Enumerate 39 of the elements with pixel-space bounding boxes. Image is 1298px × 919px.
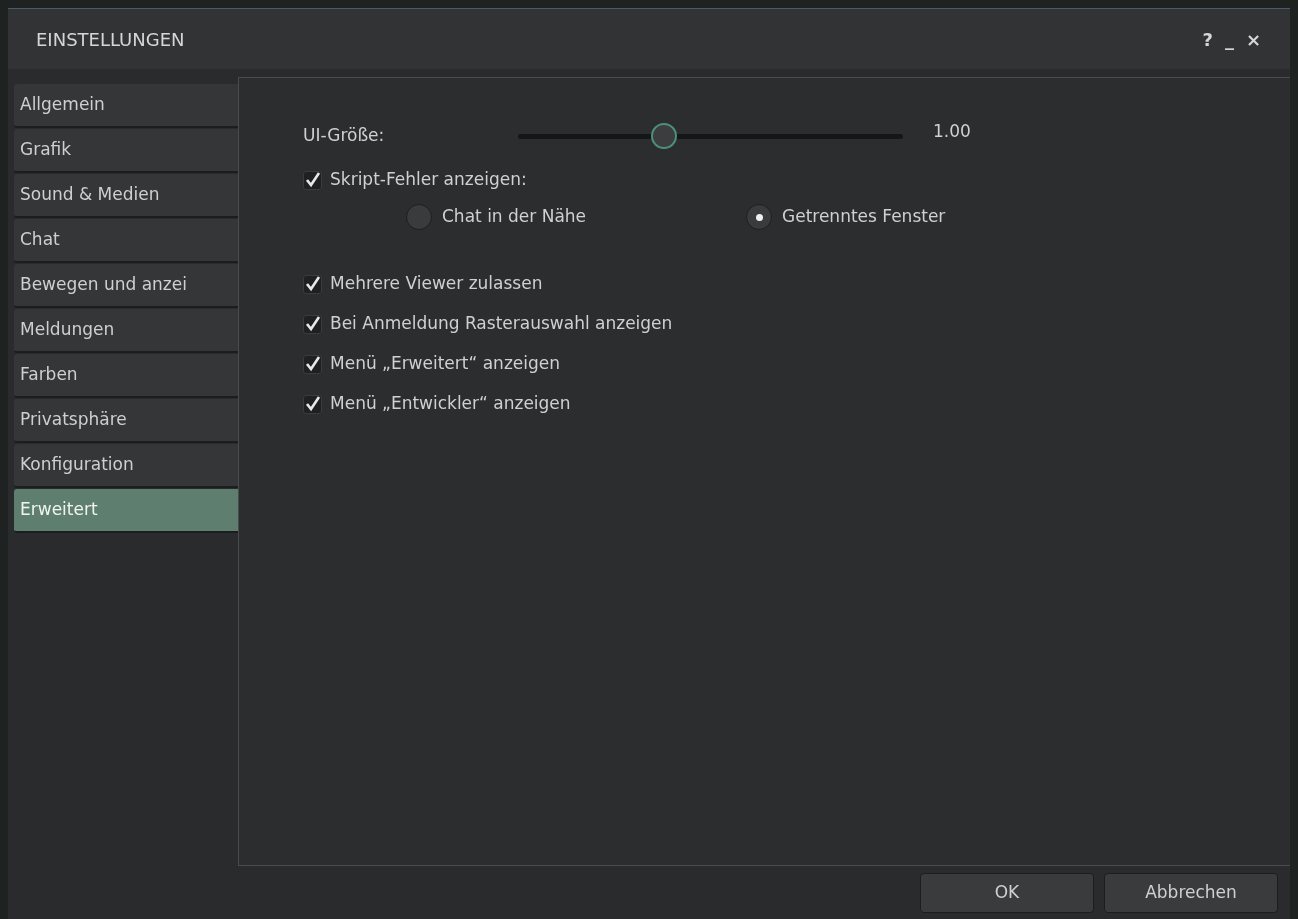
slider-thumb[interactable] bbox=[651, 123, 678, 149]
checkbox-label: Menü „Erweitert“ anzeigen bbox=[330, 352, 560, 376]
window-title: EINSTELLUNGEN bbox=[36, 27, 185, 52]
dialog-button[interactable]: OK bbox=[920, 872, 1094, 913]
checkbox-label: Mehrere Viewer zulassen bbox=[330, 272, 543, 296]
checkmark-icon bbox=[304, 356, 321, 372]
radio-label: Chat in der Nähe bbox=[442, 205, 587, 229]
sidebar-tab[interactable]: Meldungen bbox=[14, 309, 238, 353]
checkbox[interactable] bbox=[303, 274, 322, 294]
checkbox[interactable] bbox=[303, 354, 322, 374]
checkbox[interactable] bbox=[303, 314, 322, 334]
checkbox[interactable] bbox=[303, 170, 322, 190]
checkmark-icon bbox=[304, 396, 321, 412]
sidebar-tab[interactable]: Allgemein bbox=[14, 84, 238, 128]
checkmark-icon bbox=[304, 316, 321, 332]
dialog-button[interactable]: Abbrechen bbox=[1104, 872, 1278, 913]
sidebar-tab[interactable]: Konfiguration bbox=[14, 444, 238, 488]
sidebar-tab[interactable]: Sound & Medien bbox=[14, 174, 238, 218]
sidebar-tab[interactable]: Bewegen und anzei bbox=[14, 264, 238, 308]
title-bar-control[interactable]: × bbox=[1244, 25, 1262, 53]
sidebar-tab[interactable]: Grafik bbox=[14, 129, 238, 173]
ui-size-value: 1.00 bbox=[933, 120, 971, 144]
sidebar-tab[interactable]: Privatsphäre bbox=[14, 399, 238, 443]
checkbox-label: Bei Anmeldung Rasterauswahl anzeigen bbox=[330, 312, 673, 336]
radio-button[interactable] bbox=[746, 204, 772, 230]
ui-size-label: UI-Größe: bbox=[303, 124, 386, 148]
radio-button[interactable] bbox=[406, 204, 432, 230]
radio-label: Getrenntes Fenster bbox=[782, 205, 946, 229]
checkbox-label: Skript-Fehler anzeigen: bbox=[330, 168, 527, 192]
checkbox[interactable] bbox=[303, 394, 322, 414]
checkmark-icon bbox=[304, 172, 321, 188]
checkbox-label: Menü „Entwickler“ anzeigen bbox=[330, 392, 571, 416]
ui-size-slider[interactable] bbox=[518, 123, 903, 149]
sidebar-tab[interactable]: Farben bbox=[14, 354, 238, 398]
sidebar-tab[interactable]: Chat bbox=[14, 219, 238, 263]
checkmark-icon bbox=[304, 276, 321, 292]
sidebar-tab[interactable]: Erweitert bbox=[14, 489, 238, 533]
title-bar-control[interactable]: ? bbox=[1201, 25, 1214, 53]
title-bar-control[interactable]: _ bbox=[1223, 25, 1235, 53]
